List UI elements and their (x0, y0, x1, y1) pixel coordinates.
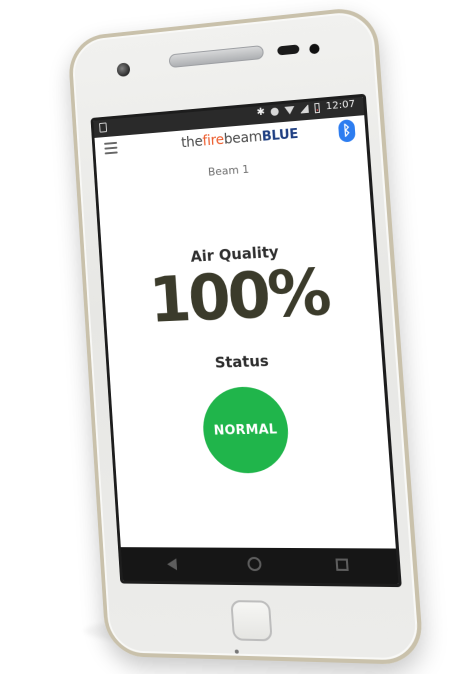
fingerprint-sensor[interactable] (230, 600, 273, 642)
dnd-icon (270, 107, 280, 117)
microphone-icon (234, 649, 239, 654)
phone-scene: ✱ 12:07 thefirebeamBLUE ᛒ Beam 1 Air Qua… (0, 0, 464, 674)
earpiece-speaker (168, 44, 265, 69)
logo-part-blue: BLUE (261, 126, 299, 145)
back-icon[interactable] (166, 558, 178, 571)
bluetooth-icon: ᛒ (341, 122, 352, 140)
menu-line (104, 151, 118, 155)
menu-line (104, 146, 118, 150)
proximity-sensor (277, 44, 300, 56)
sensor-dot (309, 43, 320, 55)
status-value: NORMAL (213, 421, 278, 439)
phone-screen: ✱ 12:07 thefirebeamBLUE ᛒ Beam 1 Air Qua… (90, 93, 402, 588)
wifi-icon (284, 105, 296, 115)
recent-apps-icon[interactable] (335, 558, 349, 571)
front-camera-icon (116, 62, 131, 78)
notification-icon (99, 122, 108, 133)
air-quality-value: 100% (147, 255, 331, 337)
status-icons-group: ✱ 12:07 (256, 98, 356, 119)
android-nav-bar (120, 547, 399, 584)
bluetooth-button[interactable]: ᛒ (337, 119, 356, 143)
menu-line (104, 141, 118, 145)
app-logo: thefirebeamBLUE (181, 126, 299, 151)
logo-part-the: the (180, 133, 204, 152)
logo-part-beam: beam (223, 128, 263, 148)
status-label: Status (214, 351, 270, 372)
menu-button[interactable] (104, 141, 118, 155)
logo-part-fire: fire (202, 132, 225, 150)
battery-icon (314, 102, 321, 114)
status-badge: NORMAL (200, 385, 291, 474)
phone-device: ✱ 12:07 thefirebeamBLUE ᛒ Beam 1 Air Qua… (67, 5, 425, 666)
signal-icon (300, 104, 310, 114)
bluetooth-icon: ✱ (256, 106, 266, 119)
status-time: 12:07 (325, 98, 356, 113)
home-icon[interactable] (247, 556, 262, 572)
